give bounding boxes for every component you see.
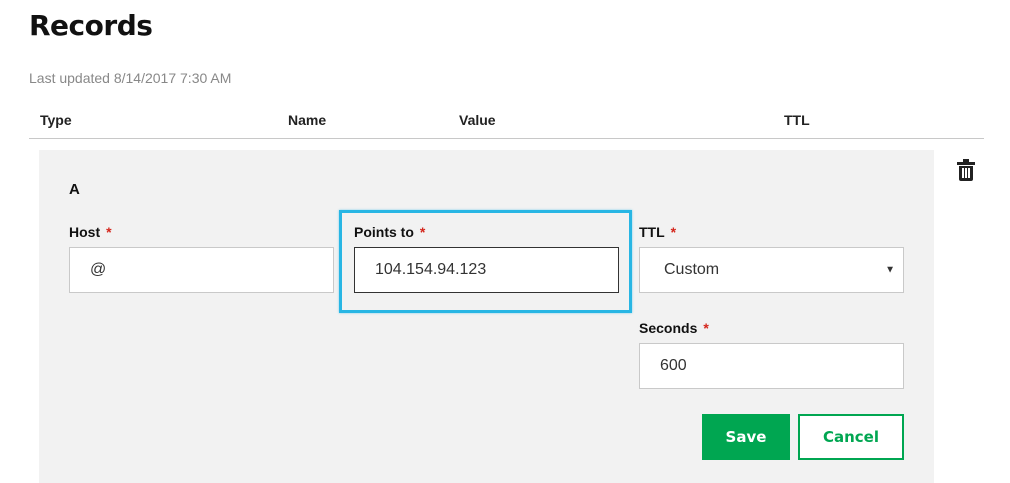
- host-label: Host *: [69, 224, 112, 240]
- points-to-label-text: Points to: [354, 224, 414, 240]
- column-header-name[interactable]: Name: [288, 112, 326, 128]
- points-to-input-value: 104.154.94.123: [375, 261, 487, 278]
- header-divider: [29, 138, 984, 139]
- host-label-text: Host: [69, 224, 101, 240]
- cancel-button[interactable]: Cancel: [798, 414, 904, 460]
- trash-icon: [957, 159, 975, 181]
- column-header-value[interactable]: Value: [459, 112, 496, 128]
- column-header-type[interactable]: Type: [40, 112, 72, 128]
- points-to-required-mark: *: [419, 224, 426, 240]
- column-header-ttl[interactable]: TTL: [784, 112, 810, 128]
- ttl-label-text: TTL: [639, 224, 665, 240]
- seconds-label: Seconds *: [639, 320, 709, 336]
- seconds-input-value: 600: [660, 357, 687, 374]
- ttl-select-value: Custom: [664, 261, 720, 278]
- record-type-label: A: [69, 181, 80, 198]
- ttl-select[interactable]: Custom ▼: [639, 247, 904, 293]
- host-input[interactable]: @: [69, 247, 334, 293]
- ttl-required-mark: *: [670, 224, 677, 240]
- ttl-label: TTL *: [639, 224, 676, 240]
- points-to-label: Points to *: [354, 224, 425, 240]
- dns-records-page: Records Last updated 8/14/2017 7:30 AM T…: [0, 0, 1010, 483]
- seconds-required-mark: *: [703, 320, 709, 336]
- seconds-label-text: Seconds: [639, 320, 698, 336]
- save-button[interactable]: Save: [702, 414, 790, 460]
- host-required-mark: *: [106, 224, 112, 240]
- seconds-input[interactable]: 600: [639, 343, 904, 389]
- delete-record-button[interactable]: [955, 158, 977, 182]
- chevron-down-icon: ▼: [885, 264, 895, 276]
- host-input-value: @: [90, 261, 107, 278]
- last-updated-text: Last updated 8/14/2017 7:30 AM: [29, 70, 232, 86]
- points-to-input[interactable]: 104.154.94.123: [354, 247, 619, 293]
- page-title: Records: [29, 9, 153, 42]
